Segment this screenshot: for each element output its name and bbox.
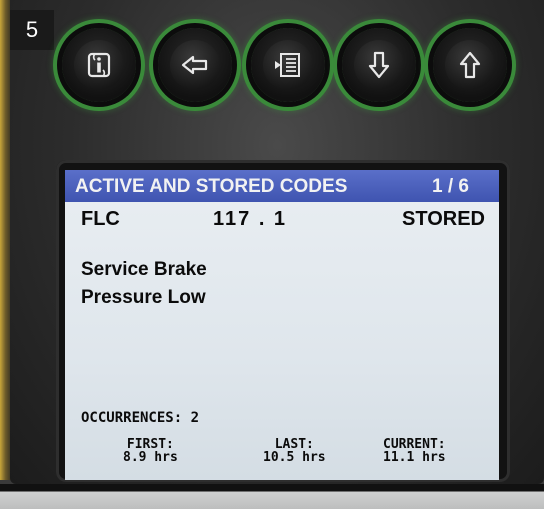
screen-title: ACTIVE AND STORED CODES <box>75 176 348 197</box>
arrow-left-icon <box>181 55 208 75</box>
occurrences-count: OCCURRENCES: 2 <box>81 410 200 426</box>
menu-list-icon <box>275 53 300 77</box>
last-time: LAST: 10.5 hrs <box>263 438 326 464</box>
arrow-up-icon <box>459 51 481 79</box>
info-button[interactable] <box>62 28 136 102</box>
back-button[interactable] <box>158 28 232 102</box>
screen-header: ACTIVE AND STORED CODES 1 / 6 <box>65 170 499 202</box>
fault-description-line2: Pressure Low <box>81 287 206 308</box>
up-button[interactable] <box>433 28 507 102</box>
lcd-screen: ACTIVE AND STORED CODES 1 / 6 FLC 117 . … <box>65 170 499 480</box>
fault-description-line1: Service Brake <box>81 259 207 280</box>
current-time: CURRENT: 11.1 hrs <box>383 438 446 464</box>
step-badge: 5 <box>10 10 54 50</box>
first-time-value: 8.9 hrs <box>123 450 178 465</box>
bottom-band <box>0 484 544 509</box>
page-indicator: 1 / 6 <box>432 176 469 197</box>
arrow-down-icon <box>368 51 390 79</box>
last-time-value: 10.5 hrs <box>263 450 326 465</box>
code-status: STORED <box>402 208 485 230</box>
current-time-value: 11.1 hrs <box>383 450 446 465</box>
fault-description: Service Brake Pressure Low <box>81 256 207 312</box>
menu-button[interactable] <box>251 28 325 102</box>
module-code: FLC <box>81 208 120 230</box>
info-icon <box>87 52 111 78</box>
down-button[interactable] <box>342 28 416 102</box>
first-time: FIRST: 8.9 hrs <box>123 438 178 464</box>
fault-code: 117 . 1 <box>213 208 288 230</box>
